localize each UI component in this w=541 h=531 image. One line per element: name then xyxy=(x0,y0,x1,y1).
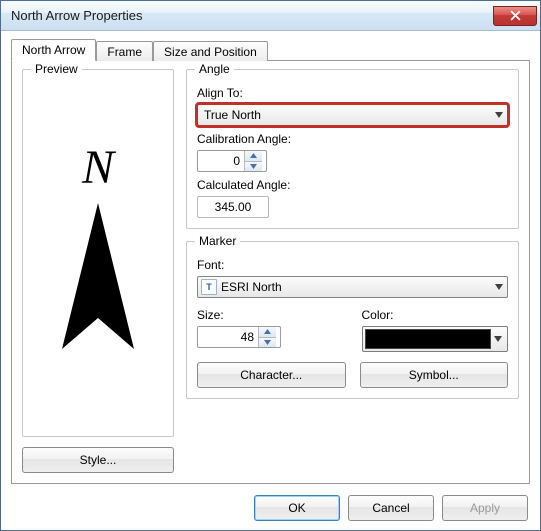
calibration-angle-up[interactable] xyxy=(244,151,262,162)
calibration-angle-input[interactable] xyxy=(198,151,244,171)
window-title: North Arrow Properties xyxy=(11,8,493,23)
right-column: Angle Align To: True North Calibration A… xyxy=(186,69,519,473)
tab-size-position[interactable]: Size and Position xyxy=(153,41,268,61)
angle-group: Angle Align To: True North Calibration A… xyxy=(186,69,519,229)
tab-north-arrow[interactable]: North Arrow xyxy=(11,39,96,61)
symbol-button[interactable]: Symbol... xyxy=(360,362,509,388)
size-up[interactable] xyxy=(258,327,276,338)
size-label: Size: xyxy=(197,308,344,322)
tabpage-north-arrow: Preview N Style... Angle Align To: True … xyxy=(11,60,530,484)
marker-group: Marker Font: T ESRI North Size: xyxy=(186,241,519,399)
font-dropdown[interactable]: T ESRI North xyxy=(197,276,508,298)
calibration-angle-label: Calibration Angle: xyxy=(197,132,508,146)
calibration-angle-down[interactable] xyxy=(244,162,262,172)
color-swatch xyxy=(365,329,492,349)
titlebar[interactable]: North Arrow Properties xyxy=(1,1,540,31)
north-arrow-preview: N xyxy=(48,143,148,363)
dialog-button-bar: OK Cancel Apply xyxy=(1,484,540,530)
size-down[interactable] xyxy=(258,338,276,348)
tabstrip: North Arrow Frame Size and Position xyxy=(11,39,530,61)
chevron-down-icon xyxy=(495,112,503,118)
apply-button[interactable]: Apply xyxy=(442,495,528,521)
ok-button[interactable]: OK xyxy=(254,495,340,521)
color-label: Color: xyxy=(362,308,509,322)
tab-frame[interactable]: Frame xyxy=(96,41,153,61)
svg-text:N: N xyxy=(81,143,117,194)
calculated-angle-label: Calculated Angle: xyxy=(197,178,508,192)
cancel-button[interactable]: Cancel xyxy=(348,495,434,521)
truetype-font-icon: T xyxy=(201,279,217,295)
angle-group-label: Angle xyxy=(195,62,234,76)
color-picker[interactable] xyxy=(362,326,509,352)
character-button[interactable]: Character... xyxy=(197,362,346,388)
dialog-window: North Arrow Properties North Arrow Frame… xyxy=(0,0,541,531)
align-to-label: Align To: xyxy=(197,86,508,100)
close-icon xyxy=(510,10,521,21)
calibration-angle-spinner[interactable] xyxy=(197,150,267,172)
size-input[interactable] xyxy=(198,327,258,347)
chevron-down-icon xyxy=(494,336,502,342)
size-spinner[interactable] xyxy=(197,326,281,348)
style-button[interactable]: Style... xyxy=(22,447,174,473)
preview-group-label: Preview xyxy=(31,62,82,76)
close-button[interactable] xyxy=(493,6,537,26)
marker-group-label: Marker xyxy=(195,234,240,248)
client-area: North Arrow Frame Size and Position Prev… xyxy=(1,31,540,484)
calculated-angle-value: 345.00 xyxy=(197,196,269,218)
chevron-down-icon xyxy=(495,284,503,290)
align-to-dropdown[interactable]: True North xyxy=(197,104,508,126)
font-label: Font: xyxy=(197,258,508,272)
left-column: Preview N Style... xyxy=(22,69,174,473)
preview-group: Preview N xyxy=(22,69,174,437)
